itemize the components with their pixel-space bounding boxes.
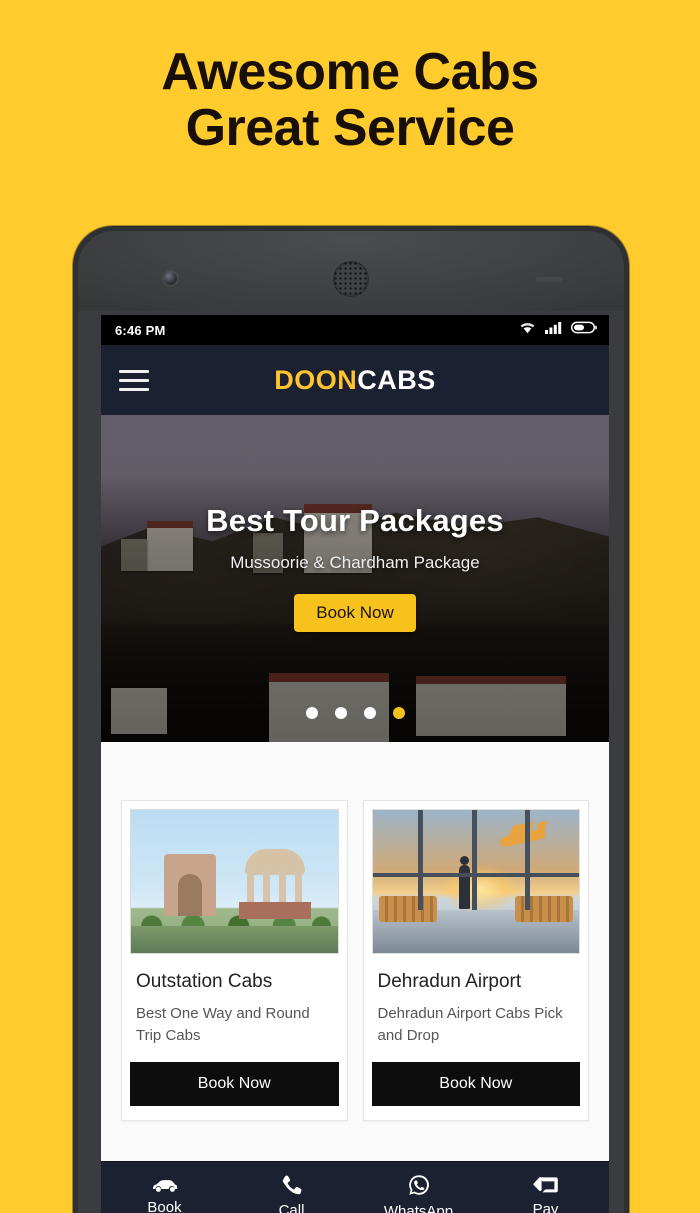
nav-label: Call bbox=[278, 1202, 305, 1213]
phone-screen: 6:46 PM DOONCABS Best Tour Packages Muss… bbox=[101, 315, 609, 1213]
status-bar: 6:46 PM bbox=[101, 315, 609, 345]
phone-device-body: 6:46 PM DOONCABS Best Tour Packages Muss… bbox=[78, 231, 624, 1213]
carousel-dot-2[interactable] bbox=[334, 707, 347, 719]
nav-label: Pay bbox=[532, 1201, 559, 1213]
card-book-now-button[interactable]: Book Now bbox=[130, 1061, 339, 1106]
nav-item-call[interactable]: Call bbox=[228, 1174, 355, 1213]
app-header: DOONCABS bbox=[101, 345, 609, 415]
card-description: Best One Way and Round Trip Cabs bbox=[136, 1005, 310, 1044]
phone-device-frame: 6:46 PM DOONCABS Best Tour Packages Muss… bbox=[73, 226, 629, 1213]
battery-icon bbox=[570, 321, 597, 339]
carousel-dot-4[interactable] bbox=[392, 707, 405, 719]
card-title: Dehradun Airport bbox=[377, 971, 522, 992]
hero-content: Best Tour Packages Mussoorie & Chardham … bbox=[101, 503, 609, 632]
nav-item-whatsapp[interactable]: WhatsApp bbox=[355, 1173, 482, 1213]
hero-book-now-button[interactable]: Book Now bbox=[294, 594, 416, 632]
carousel-dot-3[interactable] bbox=[363, 707, 376, 719]
hero-carousel[interactable]: Best Tour Packages Mussoorie & Chardham … bbox=[101, 415, 609, 742]
earpiece-speaker-icon bbox=[333, 261, 369, 297]
carousel-dots bbox=[101, 707, 609, 719]
carousel-dot-1[interactable] bbox=[305, 707, 318, 719]
status-time: 6:46 PM bbox=[115, 322, 166, 338]
nav-item-book[interactable]: Book bbox=[101, 1177, 228, 1213]
service-card[interactable]: Dehradun Airport Dehradun Airport Cabs P… bbox=[362, 800, 589, 1121]
promo-line-1: Awesome Cabs bbox=[161, 43, 539, 101]
card-book-now-button[interactable]: Book Now bbox=[371, 1061, 580, 1106]
card-description: Dehradun Airport Cabs Pick and Drop bbox=[377, 1005, 563, 1044]
whatsapp-icon bbox=[407, 1173, 431, 1197]
proximity-sensor-icon bbox=[536, 277, 562, 282]
service-cards: Outstation Cabs Best One Way and Round T… bbox=[101, 742, 609, 1121]
nav-label: WhatsApp bbox=[383, 1203, 454, 1213]
front-camera-icon bbox=[164, 272, 177, 285]
service-card[interactable]: Outstation Cabs Best One Way and Round T… bbox=[121, 800, 348, 1121]
payment-card-icon bbox=[532, 1175, 559, 1195]
promo-line-2: Great Service bbox=[185, 99, 515, 158]
cellular-signal-icon bbox=[545, 321, 562, 339]
hero-subtitle: Mussoorie & Chardham Package bbox=[230, 553, 480, 572]
nav-label: Book bbox=[147, 1199, 182, 1213]
promo-headline: Awesome Cabs Great Service bbox=[0, 44, 700, 156]
app-brand-title: DOONCABS bbox=[101, 365, 609, 396]
brand-second-word: CABS bbox=[357, 364, 436, 395]
india-gate-photo bbox=[130, 809, 339, 954]
phone-top-bezel bbox=[78, 231, 624, 311]
status-icons bbox=[519, 321, 597, 339]
hero-title: Best Tour Packages bbox=[206, 503, 504, 538]
hamburger-menu-icon[interactable] bbox=[119, 369, 149, 391]
brand-first-word: DOON bbox=[274, 364, 358, 395]
phone-icon bbox=[281, 1174, 303, 1196]
airport-terminal-photo bbox=[371, 809, 580, 954]
card-title: Outstation Cabs bbox=[136, 971, 273, 992]
car-icon bbox=[151, 1177, 179, 1193]
wifi-icon bbox=[519, 321, 536, 339]
bottom-navigation: Book Call WhatsApp Pay bbox=[101, 1161, 609, 1213]
nav-item-pay[interactable]: Pay bbox=[482, 1175, 609, 1213]
